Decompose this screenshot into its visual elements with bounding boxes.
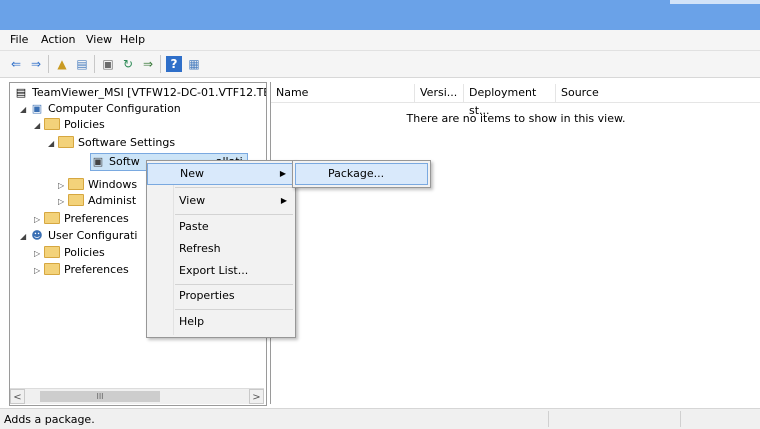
folder-icon xyxy=(68,194,84,206)
properties-icon[interactable]: ▣ xyxy=(100,56,116,72)
empty-list-message: There are no items to show in this view. xyxy=(406,112,626,125)
tree-administrative-templates[interactable]: ▷ Administ xyxy=(58,193,136,209)
collapse-icon[interactable]: ◢ xyxy=(20,102,30,118)
help-icon[interactable]: ? xyxy=(166,56,182,72)
toolbar-separator xyxy=(160,55,161,73)
export-list-icon[interactable]: ⇒ xyxy=(140,56,156,72)
tree-user-policies[interactable]: ▷ Policies xyxy=(34,245,105,261)
tree-user-configuration[interactable]: ◢ ☻ User Configurati xyxy=(20,228,137,244)
collapse-icon[interactable]: ◢ xyxy=(48,136,58,152)
tree-label: Softw xyxy=(109,155,140,168)
gpo-icon: ▤ xyxy=(15,86,27,99)
status-separator xyxy=(548,411,549,427)
expand-icon[interactable]: ▷ xyxy=(58,194,68,210)
folder-icon xyxy=(58,136,74,148)
tree-label: Preferences xyxy=(64,212,129,225)
toolbar: ⇐ ⇒ ▲ ▤ ▣ ↻ ⇒ ? ▦ xyxy=(0,51,760,78)
tree-label: Computer Configuration xyxy=(48,102,181,115)
menu-item-view[interactable]: View ▶ xyxy=(147,190,295,212)
context-menu: New ▶ View ▶ Paste Refresh Export List... … xyxy=(146,160,296,338)
status-separator xyxy=(680,411,681,427)
column-name[interactable]: Name xyxy=(271,84,415,102)
column-header-row: Name Versi... Deployment st... Source xyxy=(271,84,760,117)
folder-icon xyxy=(44,118,60,130)
column-source[interactable]: Source xyxy=(556,84,760,102)
submenu-arrow-icon: ▶ xyxy=(279,169,286,178)
menu-item-label: View xyxy=(179,194,206,207)
menu-item-refresh[interactable]: Refresh xyxy=(147,238,295,260)
column-deployment-state[interactable]: Deployment st... xyxy=(464,84,556,117)
tree-label: Administ xyxy=(88,194,137,207)
menu-action[interactable]: Action xyxy=(37,33,79,47)
tree-software-settings[interactable]: ◢ Software Settings xyxy=(48,135,175,151)
new-submenu: Package... xyxy=(292,160,431,188)
tree-label: User Configurati xyxy=(48,229,138,242)
menu-item-label: New xyxy=(180,167,204,180)
menu-bar: File Action View Help xyxy=(0,30,760,51)
computer-icon: ▣ xyxy=(31,102,43,115)
menu-file[interactable]: File xyxy=(6,33,32,47)
folder-icon xyxy=(44,212,60,224)
tree-computer-configuration[interactable]: ◢ ▣ Computer Configuration xyxy=(20,101,181,117)
collapse-icon[interactable]: ◢ xyxy=(20,229,30,245)
forward-icon[interactable]: ⇒ xyxy=(28,56,44,72)
scroll-thumb[interactable]: III xyxy=(40,391,160,402)
expand-icon[interactable]: ▷ xyxy=(58,178,68,194)
folder-icon xyxy=(44,246,60,258)
tree-root[interactable]: ▤ TeamViewer_MSI [VTFW12-DC-01.VTF12.TE xyxy=(14,85,267,101)
submenu-arrow-icon: ▶ xyxy=(280,196,287,205)
status-bar: Adds a package. xyxy=(0,408,760,429)
expand-icon[interactable]: ▷ xyxy=(34,246,44,262)
scroll-left-arrow[interactable]: < xyxy=(10,389,25,404)
menu-item-package[interactable]: Package... xyxy=(295,163,428,185)
tree-label: Policies xyxy=(64,118,105,131)
menu-item-new[interactable]: New ▶ xyxy=(147,163,295,185)
tree-label: Windows xyxy=(88,178,138,191)
tree-preferences[interactable]: ▷ Preferences xyxy=(34,211,129,227)
scroll-right-arrow[interactable]: > xyxy=(249,389,264,404)
tree-horizontal-scrollbar[interactable]: < III > xyxy=(10,388,264,404)
menu-help[interactable]: Help xyxy=(116,33,149,47)
up-folder-icon[interactable]: ▲ xyxy=(54,56,70,72)
refresh-icon[interactable]: ↻ xyxy=(120,56,136,72)
users-icon: ☻ xyxy=(31,229,43,242)
list-pane: Name Versi... Deployment st... Source Th… xyxy=(270,82,760,404)
toolbar-separator xyxy=(48,55,49,73)
tree-label: Policies xyxy=(64,246,105,259)
show-hide-tree-icon[interactable]: ▤ xyxy=(74,56,90,72)
console-icon[interactable]: ▦ xyxy=(186,56,202,72)
tree-label: Preferences xyxy=(64,263,129,276)
toolbar-separator xyxy=(94,55,95,73)
tree-user-preferences[interactable]: ▷ Preferences xyxy=(34,262,129,278)
expand-icon[interactable]: ▷ xyxy=(34,263,44,279)
menu-separator xyxy=(175,214,293,215)
window-title-strip xyxy=(0,0,760,30)
menu-separator xyxy=(175,309,293,310)
tree-windows-settings[interactable]: ▷ Windows xyxy=(58,177,137,193)
menu-view[interactable]: View xyxy=(82,33,116,47)
expand-icon[interactable]: ▷ xyxy=(34,212,44,228)
menu-separator xyxy=(175,187,293,188)
menu-item-help[interactable]: Help xyxy=(147,311,295,333)
title-fragment xyxy=(670,0,760,4)
status-text: Adds a package. xyxy=(4,413,95,426)
folder-icon xyxy=(68,178,84,190)
menu-item-properties[interactable]: Properties xyxy=(147,285,295,307)
back-icon[interactable]: ⇐ xyxy=(8,56,24,72)
tree-label: Software Settings xyxy=(78,136,176,149)
column-version[interactable]: Versi... xyxy=(415,84,464,102)
collapse-icon[interactable]: ◢ xyxy=(34,118,44,134)
tree-root-label: TeamViewer_MSI [VTFW12-DC-01.VTF12.TE xyxy=(32,86,267,99)
software-installation-icon: ▣ xyxy=(92,155,104,168)
menu-item-export-list[interactable]: Export List... xyxy=(147,260,295,282)
menu-item-paste[interactable]: Paste xyxy=(147,216,295,238)
tree-policies[interactable]: ◢ Policies xyxy=(34,117,105,133)
folder-icon xyxy=(44,263,60,275)
